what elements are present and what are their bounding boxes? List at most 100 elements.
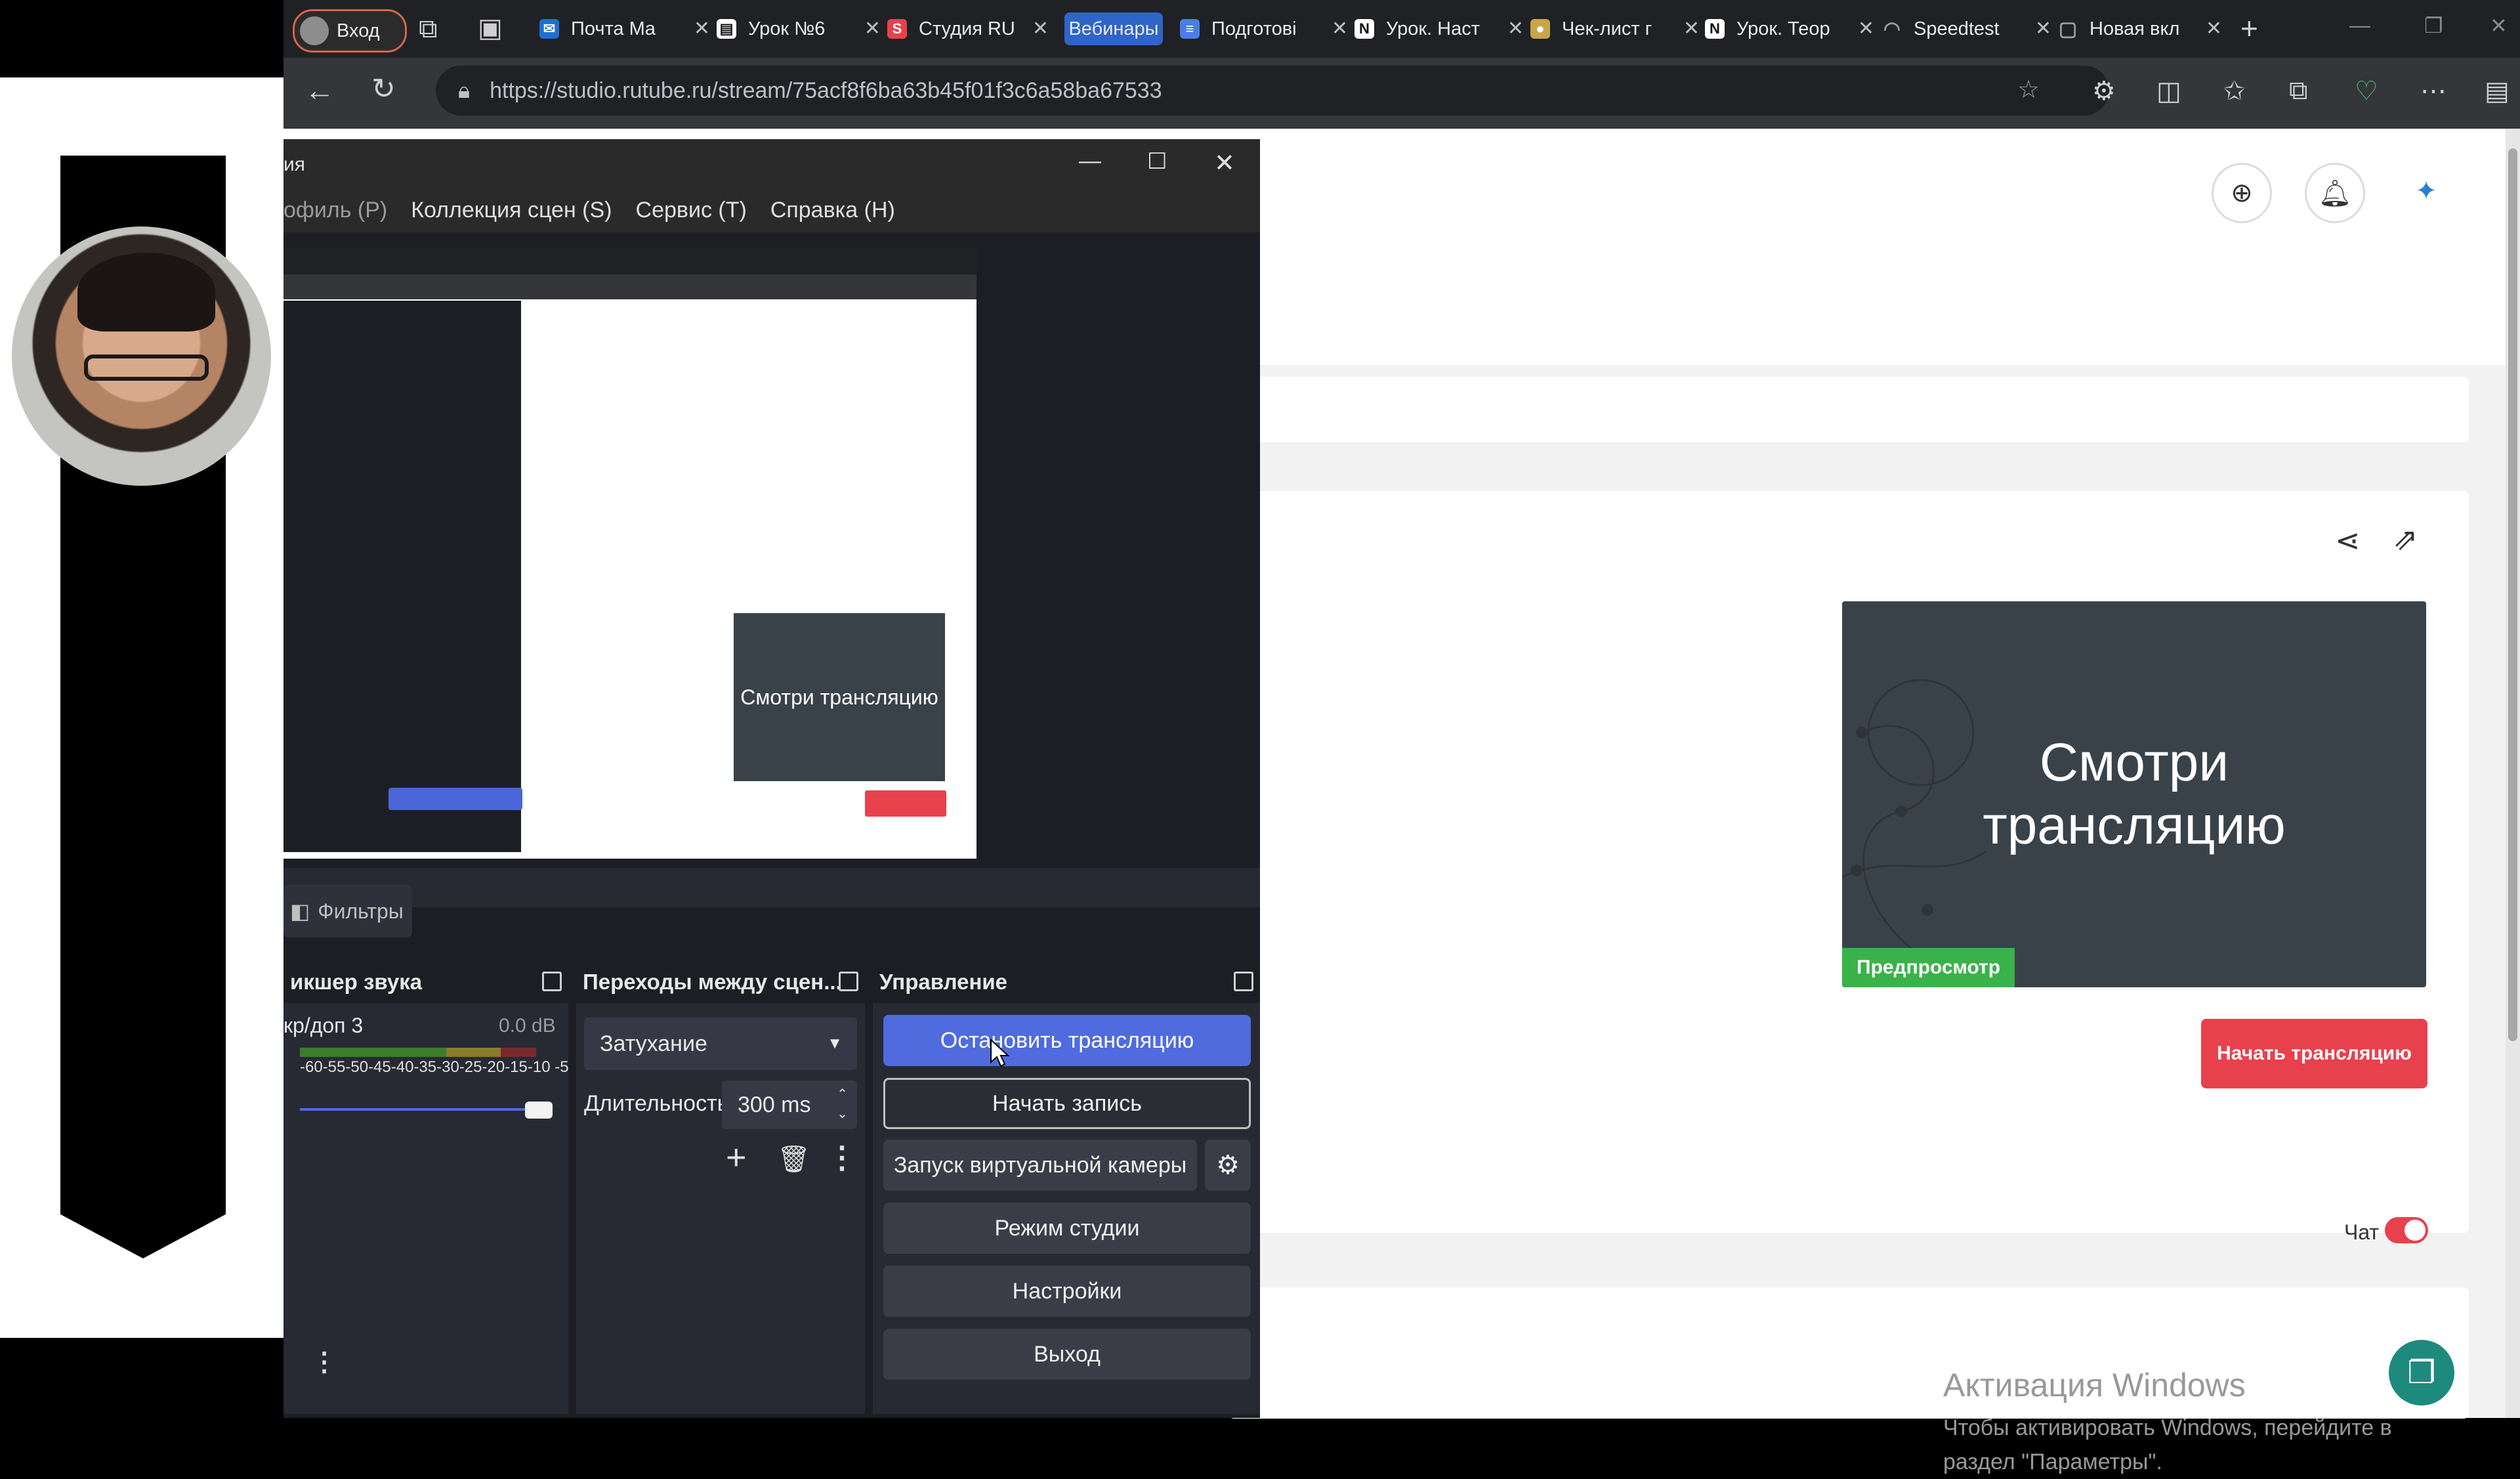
filters-button[interactable]: ◧ Фильтры [284,885,412,937]
browser-essentials-icon[interactable]: ♡ [2355,76,2378,106]
preview-badge: Предпросмотр [1842,948,2015,987]
close-icon[interactable]: ✕ [1332,17,1348,40]
tab-checklist[interactable]: ● Чек-лист г ✕ [1530,8,1700,50]
close-icon[interactable]: ✕ [694,17,710,40]
maximize-icon[interactable]: ❐ [2424,13,2443,38]
tab-preparation[interactable]: ≡ Подготові ✕ [1180,8,1348,50]
controls-dock: Управление Остановить трансляцию Начать … [873,961,1260,1414]
tab-mail[interactable]: ✉ Почта Ma ✕ [539,8,710,50]
virtual-camera-button[interactable]: Запуск виртуальной камеры [883,1140,1197,1191]
menu-scene-collection[interactable]: Коллекция сцен (S) [411,198,612,223]
volume-slider-track[interactable] [300,1108,536,1111]
add-transition-icon[interactable]: + [726,1137,747,1178]
transition-menu-icon[interactable]: ⋮ [827,1140,857,1175]
minimize-icon[interactable]: — [2349,13,2370,37]
scene-transitions-dock: Переходы между сцен... Затухание ▼ Длите… [576,961,865,1414]
tab-actions-icon[interactable]: ▣ [478,13,503,43]
tab-group-webinars[interactable]: Вебинары [1064,12,1163,45]
mini-stop-button [388,788,522,810]
close-icon[interactable]: ✕ [1858,17,1874,40]
delete-transition-icon[interactable]: 🗑︎ [777,1144,810,1174]
tab-lesson-theory[interactable]: N Урок. Теор ✕ [1705,8,1874,50]
stop-stream-button[interactable]: Остановить трансляцию [883,1015,1251,1066]
favorites-icon[interactable]: ✩ [2223,76,2246,106]
obs-close-icon[interactable]: ✕ [1214,148,1235,178]
close-icon[interactable]: ✕ [1683,17,1700,40]
settings-button[interactable]: Настройки [883,1266,1251,1317]
volume-scale: -60-55-50-45-40-35-30-25-20-15-10 -5 0 [300,1058,587,1076]
chat-toggle[interactable] [2385,1217,2428,1243]
close-icon[interactable]: ✕ [2035,17,2051,40]
upload-button[interactable]: ⊕ [2212,163,2272,223]
close-icon[interactable]: ✕ [1032,17,1049,40]
back-icon[interactable]: ← [304,72,335,108]
star-icon[interactable]: ☆ [2017,75,2040,104]
obs-maximize-icon[interactable]: ☐ [1147,148,1167,175]
undock-icon[interactable] [839,972,858,991]
support-chat-button[interactable]: ❐ [2389,1340,2454,1405]
undock-icon[interactable] [1234,972,1253,991]
new-tab-plus-icon[interactable]: + [2240,11,2258,46]
tab-studio-rutube[interactable]: S Студия RU ✕ [887,8,1049,50]
menu-profile[interactable]: офиль (P) [284,198,387,223]
obs-divider [284,868,1260,907]
bird-logo-icon: ✦ [2415,177,2437,205]
tab-new-tab[interactable]: ▢ Новая вкл ✕ [2058,8,2222,50]
collections-icon[interactable]: ⧉ [2289,76,2308,106]
stepper-icon[interactable]: ⌃ ⌄ [837,1084,848,1124]
obs-preview-canvas: Смотри трансляцию [284,248,976,859]
tab-lesson-6[interactable]: ▤ Урок №6 ✕ [717,8,881,50]
webcam-hair [77,253,215,332]
reload-icon[interactable]: ↻ [371,72,396,106]
profile-avatar[interactable]: ✦ [2398,163,2454,219]
tab-label: Новая вкл [2090,18,2180,39]
guest-profile-button[interactable]: Вход [293,9,407,53]
tab-label: Урок. Наст [1386,18,1480,39]
exit-button[interactable]: Выход [883,1329,1251,1380]
virtual-camera-settings-button[interactable]: ⚙ [1205,1140,1251,1191]
studio-mode-button[interactable]: Режим студии [883,1203,1251,1254]
url-field[interactable]: 🔒︎ https://studio.rutube.ru/stream/75acf… [436,66,2109,116]
duration-value: 300 ms [738,1092,811,1117]
tab-speedtest[interactable]: ◠ Speedtest ✕ [1882,8,2051,50]
duration-label: Длительность [584,1091,729,1116]
menu-help[interactable]: Справка (H) [770,198,895,223]
mail-icon: ✉ [539,19,559,39]
tab-lesson-setup[interactable]: N Урок. Наст ✕ [1354,8,1524,50]
notifications-button[interactable]: 🔔︎ [2305,163,2365,223]
obs-window-title: ия [284,154,306,175]
share-icon[interactable]: ⋖ [2335,523,2361,558]
close-window-icon[interactable]: ✕ [2490,13,2508,38]
duration-field[interactable]: 300 ms ⌃ ⌄ [722,1081,857,1129]
extensions-icon[interactable]: ⚙ [2092,76,2116,106]
mouse-cursor-icon [990,1039,1009,1067]
volume-slider-handle[interactable] [525,1102,553,1119]
workspaces-icon[interactable]: ⧉ [419,14,438,44]
obs-minimize-icon[interactable]: — [1079,148,1101,174]
address-bar-row: ← ↻ 🔒︎ https://studio.rutube.ru/stream/7… [284,58,2520,129]
scrollbar-thumb[interactable] [2508,148,2517,1041]
close-icon[interactable]: ✕ [2206,17,2222,40]
close-icon[interactable]: ✕ [1507,17,1524,40]
docs-icon: ≡ [1180,19,1200,39]
transition-select[interactable]: Затухание ▼ [584,1018,857,1070]
mini-preview: Смотри трансляцию [734,613,945,781]
start-stream-button[interactable]: Начать трансляцию [2201,1019,2427,1088]
obs-window: ия — ☐ ✕ офиль (P) Коллекция сцен (S) Се… [284,139,1260,1418]
webcam-avatar [12,226,271,486]
more-icon[interactable]: ⋯ [2420,76,2446,106]
undock-icon[interactable] [542,972,562,991]
external-link-icon[interactable]: ⇗ [2393,521,2418,557]
tab-bar: Вход ⧉ ▣ ✉ Почта Ma ✕ ▤ Урок №6 ✕ S Студ… [284,0,2520,58]
close-icon[interactable]: ✕ [864,17,881,40]
start-recording-button[interactable]: Начать запись [883,1078,1251,1129]
mixer-menu-icon[interactable]: ⋮ [311,1347,337,1377]
windows-activation-title: Активация Windows [1943,1367,2246,1404]
stream-info-card [1228,377,2469,442]
gear-icon: ⚙ [1216,1151,1240,1180]
profile-icon [300,16,329,45]
menu-tools[interactable]: Сервис (T) [636,198,747,223]
sidebar-icon[interactable]: ▤ [2485,76,2510,106]
split-screen-icon[interactable]: ◫ [2156,76,2181,106]
windows-activation-text: Чтобы активировать Windows, перейдите в … [1943,1415,2392,1474]
